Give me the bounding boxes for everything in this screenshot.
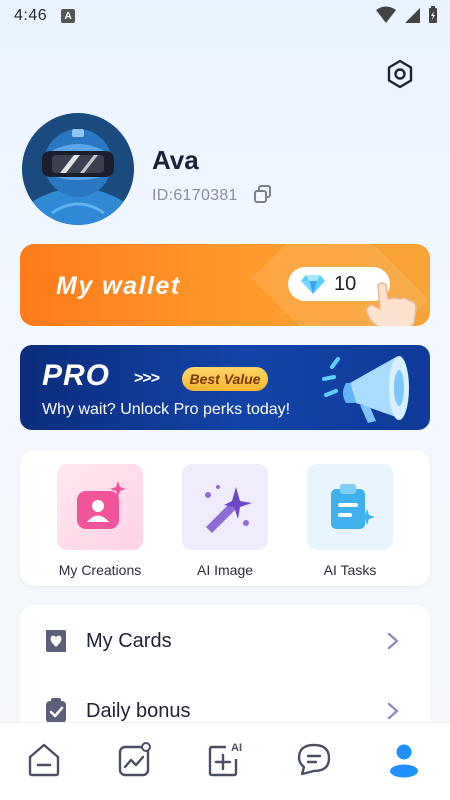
nav-ai-create[interactable]: AI	[202, 737, 246, 781]
astronaut-avatar-icon	[22, 113, 134, 225]
bottom-nav: AI	[0, 722, 450, 800]
feature-label: My Creations	[58, 562, 142, 578]
feature-label: AI Tasks	[323, 562, 377, 578]
status-icons	[376, 6, 438, 24]
clipboard-icon	[331, 484, 375, 529]
pro-banner[interactable]: PRO >>> Best Value Why wait? Unlock Pro …	[20, 345, 430, 430]
home-icon	[28, 743, 60, 777]
feature-ai-tasks[interactable]: AI Tasks	[290, 464, 410, 578]
wallet-label: My wallet	[56, 272, 181, 300]
settings-button[interactable]	[384, 58, 416, 90]
avatar[interactable]	[22, 113, 134, 225]
feature-label: AI Image	[196, 562, 254, 578]
status-bar: 4:46 A	[0, 0, 450, 32]
feature-tile	[182, 464, 268, 550]
pro-subtitle: Why wait? Unlock Pro perks today!	[42, 401, 291, 418]
wallet-card[interactable]: My wallet 10	[20, 244, 430, 326]
menu-item-label: My Cards	[86, 629, 172, 652]
nav-profile[interactable]	[382, 737, 426, 781]
feature-ai-image[interactable]: AI Image	[165, 464, 285, 578]
magic-wand-icon	[205, 485, 252, 533]
chevron-right-icon	[387, 632, 399, 650]
nav-home[interactable]	[22, 737, 66, 781]
menu-item-label: Daily bonus	[86, 699, 191, 722]
ai-create-icon: AI	[208, 742, 242, 777]
gallery-icon	[118, 742, 151, 777]
creations-icon	[77, 481, 126, 529]
diamond-icon	[301, 275, 325, 294]
chat-icon	[297, 743, 331, 776]
status-time: 4:46	[14, 7, 48, 24]
pro-arrows: >>>	[134, 370, 160, 387]
feature-my-creations[interactable]: My Creations	[40, 464, 160, 578]
checklist-icon	[46, 698, 66, 723]
chevron-right-icon	[387, 702, 399, 720]
pro-title: PRO	[42, 359, 111, 392]
nav-chat[interactable]	[292, 737, 336, 781]
feature-tile	[57, 464, 143, 550]
user-id: ID:6170381	[152, 187, 238, 204]
menu-item-my-cards[interactable]: My Cards	[20, 611, 430, 671]
features-card: My Creations AI Image AI Tasks	[20, 450, 430, 586]
pointing-hand-icon	[365, 282, 417, 326]
nav-gallery[interactable]	[112, 737, 156, 781]
settings-icon	[387, 59, 413, 89]
username: Ava	[152, 145, 199, 175]
battery-icon	[429, 6, 437, 23]
wifi-icon	[376, 6, 396, 23]
profile-icon	[390, 744, 418, 778]
diamond-count: 10	[334, 272, 357, 295]
copy-id-button[interactable]	[252, 183, 274, 205]
signal-icon	[405, 8, 420, 23]
megaphone-icon	[322, 356, 409, 423]
best-value-badge: Best Value	[182, 367, 268, 391]
feature-tile	[307, 464, 393, 550]
svg-text:AI: AI	[231, 742, 242, 754]
card-heart-icon	[46, 630, 66, 652]
copy-icon	[254, 185, 271, 203]
notification-icon: A	[61, 9, 76, 23]
